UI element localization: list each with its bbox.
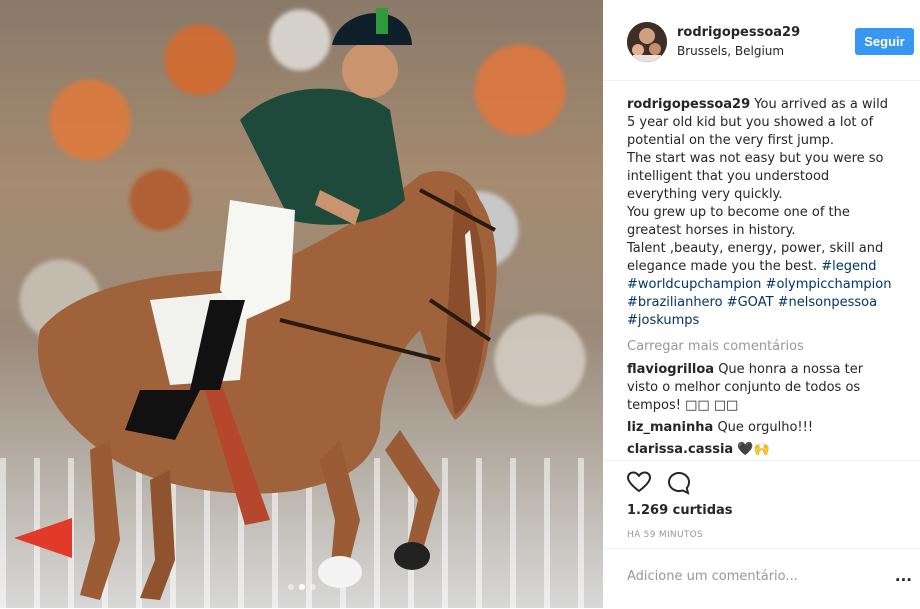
comment: liz_maninha Que orgulho!!!	[627, 419, 895, 437]
hashtag[interactable]: #joskumps	[627, 313, 699, 328]
hashtag[interactable]: #GOAT	[727, 295, 774, 310]
hashtag[interactable]: #worldcupchampion	[627, 277, 761, 292]
header-location[interactable]: Brussels, Belgium	[677, 44, 784, 58]
add-comment-input[interactable]: Adicione um comentário...	[627, 569, 798, 584]
add-comment-bar: Adicione um comentário... ...	[603, 548, 920, 609]
post-timestamp[interactable]: HÁ 59 MINUTOS	[627, 530, 703, 540]
hashtag[interactable]: #nelsonpessoa	[778, 295, 877, 310]
follow-button[interactable]: Seguir	[855, 28, 914, 55]
avatar[interactable]	[627, 22, 667, 62]
comment-text: Que orgulho!!!	[717, 420, 814, 435]
post-header: rodrigopessoa29 Brussels, Belgium Seguir	[603, 0, 920, 81]
comment: clarissa.cassia 🖤🙌	[627, 441, 895, 459]
hashtag[interactable]: #legend	[821, 259, 876, 274]
horse-and-rider-illustration	[38, 8, 497, 600]
carousel-dot[interactable]	[287, 584, 294, 590]
hashtag[interactable]: #brazilianhero	[627, 295, 723, 310]
comment-username[interactable]: clarissa.cassia	[627, 442, 733, 457]
caption: rodrigopessoa29 You arrived as a wild 5 …	[627, 96, 895, 330]
header-username[interactable]: rodrigopessoa29	[677, 25, 800, 40]
comment-username[interactable]: flaviogrilloa	[627, 362, 714, 377]
post-sidebar: rodrigopessoa29 Brussels, Belgium Seguir…	[603, 0, 920, 608]
comment-bubble-icon[interactable]	[667, 471, 691, 499]
carousel-indicators	[0, 584, 603, 590]
comments-list: rodrigopessoa29 You arrived as a wild 5 …	[627, 96, 895, 459]
carousel-dot-active[interactable]	[298, 584, 305, 590]
comment-username[interactable]: liz_maninha	[627, 420, 713, 435]
more-options-icon[interactable]: ...	[895, 567, 912, 585]
carousel-dot[interactable]	[309, 584, 316, 590]
comment: flaviogrilloa Que honra a nossa ter vist…	[627, 361, 895, 415]
likes-count[interactable]: 1.269 curtidas	[627, 503, 733, 518]
heart-icon[interactable]	[626, 471, 652, 497]
caption-username[interactable]: rodrigopessoa29	[627, 97, 750, 112]
hashtag[interactable]: #olympicchampion	[766, 277, 892, 292]
load-more-comments[interactable]: Carregar mais comentários	[627, 338, 895, 356]
action-bar	[603, 460, 920, 495]
caption-text: You arrived as a wild 5 year old kid but…	[627, 97, 889, 274]
post-photo[interactable]	[0, 0, 603, 608]
comment-text: 🖤🙌	[737, 442, 770, 457]
